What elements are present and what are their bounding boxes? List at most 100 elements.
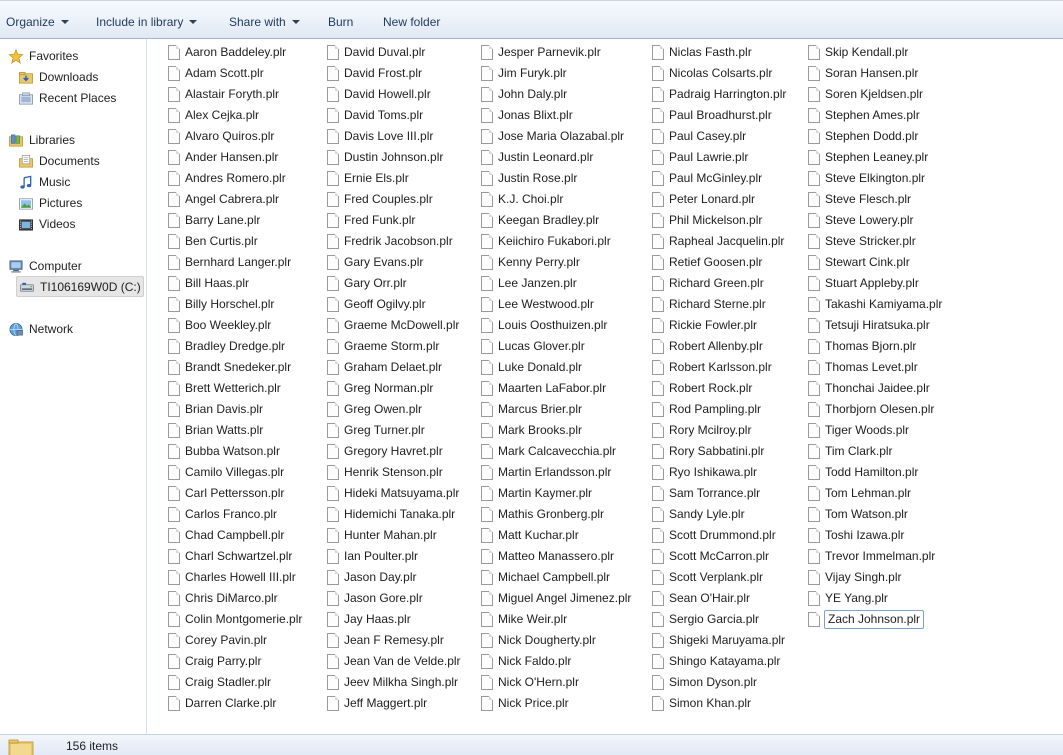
file-item[interactable]: Rickie Fowler.plr (652, 315, 802, 336)
file-item[interactable]: Nicolas Colsarts.plr (652, 63, 802, 84)
file-item[interactable]: Retief Goosen.plr (652, 252, 802, 273)
file-item[interactable]: David Duval.plr (327, 42, 477, 63)
file-item[interactable]: Padraig Harrington.plr (652, 84, 802, 105)
file-item[interactable]: Alastair Foryth.plr (168, 84, 318, 105)
file-item[interactable]: Bernhard Langer.plr (168, 252, 318, 273)
new-folder-button[interactable]: New folder (383, 14, 440, 30)
file-item[interactable]: Marcus Brier.plr (481, 399, 631, 420)
file-item[interactable]: Billy Horschel.plr (168, 294, 318, 315)
burn-button[interactable]: Burn (328, 14, 353, 30)
file-item[interactable]: Keegan Bradley.plr (481, 210, 631, 231)
file-item[interactable]: Simon Dyson.plr (652, 672, 802, 693)
file-item[interactable]: Mark Calcavecchia.plr (481, 441, 631, 462)
file-item[interactable]: Justin Rose.plr (481, 168, 631, 189)
file-item[interactable]: Lucas Glover.plr (481, 336, 631, 357)
file-item[interactable]: Tetsuji Hiratsuka.plr (808, 315, 958, 336)
file-item[interactable]: YE Yang.plr (808, 588, 958, 609)
file-item[interactable]: Mark Brooks.plr (481, 420, 631, 441)
file-item[interactable]: Chris DiMarco.plr (168, 588, 318, 609)
file-item[interactable]: Charles Howell III.plr (168, 567, 318, 588)
file-item[interactable]: Scott Drummond.plr (652, 525, 802, 546)
file-item[interactable]: Hunter Mahan.plr (327, 525, 477, 546)
file-item[interactable]: Jim Furyk.plr (481, 63, 631, 84)
file-item[interactable]: Scott Verplank.plr (652, 567, 802, 588)
file-item[interactable]: Charl Schwartzel.plr (168, 546, 318, 567)
file-item[interactable]: Shigeki Maruyama.plr (652, 630, 802, 651)
file-item[interactable]: Mike Weir.plr (481, 609, 631, 630)
nav-music[interactable]: Music (18, 172, 138, 193)
file-item[interactable]: Sean O'Hair.plr (652, 588, 802, 609)
file-item[interactable]: Paul Casey.plr (652, 126, 802, 147)
file-item[interactable]: Niclas Fasth.plr (652, 42, 802, 63)
file-item[interactable]: Brian Watts.plr (168, 420, 318, 441)
file-item[interactable]: Jean Van de Velde.plr (327, 651, 477, 672)
file-item[interactable]: Greg Norman.plr (327, 378, 477, 399)
file-item[interactable]: Kenny Perry.plr (481, 252, 631, 273)
file-item[interactable]: Brett Wetterich.plr (168, 378, 318, 399)
file-item[interactable]: Thomas Levet.plr (808, 357, 958, 378)
nav-videos[interactable]: Videos (18, 214, 138, 235)
file-item[interactable]: Geoff Ogilvy.plr (327, 294, 477, 315)
file-item[interactable]: Graeme McDowell.plr (327, 315, 477, 336)
file-item[interactable]: Nick Faldo.plr (481, 651, 631, 672)
navigation-pane[interactable]: Favorites Downloads Recent Places Librar… (0, 39, 147, 734)
file-item[interactable]: Scott McCarron.plr (652, 546, 802, 567)
file-item[interactable]: Jay Haas.plr (327, 609, 477, 630)
file-item[interactable]: Greg Owen.plr (327, 399, 477, 420)
share-with-menu-button[interactable]: Share with (229, 14, 300, 30)
file-item[interactable]: Craig Stadler.plr (168, 672, 318, 693)
file-item[interactable]: Fred Funk.plr (327, 210, 477, 231)
file-item[interactable]: Bradley Dredge.plr (168, 336, 318, 357)
file-item[interactable]: Martin Erlandsson.plr (481, 462, 631, 483)
file-item[interactable]: Rod Pampling.plr (652, 399, 802, 420)
file-item[interactable]: Phil Mickelson.plr (652, 210, 802, 231)
file-item[interactable]: Bubba Watson.plr (168, 441, 318, 462)
file-item[interactable]: Thorbjorn Olesen.plr (808, 399, 958, 420)
file-item[interactable]: Adam Scott.plr (168, 63, 318, 84)
file-item[interactable]: Colin Montgomerie.plr (168, 609, 318, 630)
file-item[interactable]: Tim Clark.plr (808, 441, 958, 462)
file-item[interactable]: Angel Cabrera.plr (168, 189, 318, 210)
file-item[interactable]: Steve Flesch.plr (808, 189, 958, 210)
file-item[interactable]: Justin Leonard.plr (481, 147, 631, 168)
nav-documents[interactable]: Documents (18, 151, 138, 172)
file-item[interactable]: Trevor Immelman.plr (808, 546, 958, 567)
file-item[interactable]: Dustin Johnson.plr (327, 147, 477, 168)
organize-menu-button[interactable]: Organize (6, 14, 69, 30)
file-item[interactable]: Paul Broadhurst.plr (652, 105, 802, 126)
file-item[interactable]: Sandy Lyle.plr (652, 504, 802, 525)
nav-drive-c[interactable]: TI106169W0D (C:) (16, 276, 144, 297)
include-in-library-menu-button[interactable]: Include in library (96, 14, 198, 30)
file-item[interactable]: Lee Westwood.plr (481, 294, 631, 315)
file-item[interactable]: Sergio Garcia.plr (652, 609, 802, 630)
file-item[interactable]: Matt Kuchar.plr (481, 525, 631, 546)
file-item[interactable]: Vijay Singh.plr (808, 567, 958, 588)
file-item[interactable]: Sam Torrance.plr (652, 483, 802, 504)
file-item[interactable]: Nick Price.plr (481, 693, 631, 714)
file-item[interactable]: Aaron Baddeley.plr (168, 42, 318, 63)
file-item[interactable]: Richard Green.plr (652, 273, 802, 294)
file-item[interactable]: Michael Campbell.plr (481, 567, 631, 588)
file-item[interactable]: Boo Weekley.plr (168, 315, 318, 336)
file-item[interactable]: Steve Elkington.plr (808, 168, 958, 189)
file-item[interactable]: Skip Kendall.plr (808, 42, 958, 63)
file-item[interactable]: Jason Gore.plr (327, 588, 477, 609)
file-item[interactable]: Hideki Matsuyama.plr (327, 483, 477, 504)
file-item[interactable]: Gary Evans.plr (327, 252, 477, 273)
file-item[interactable]: Ian Poulter.plr (327, 546, 477, 567)
nav-favorites[interactable]: Favorites (8, 46, 138, 67)
file-item[interactable]: Tiger Woods.plr (808, 420, 958, 441)
file-item[interactable]: Rory Sabbatini.plr (652, 441, 802, 462)
file-item[interactable]: Maarten LaFabor.plr (481, 378, 631, 399)
file-item[interactable]: Jose Maria Olazabal.plr (481, 126, 631, 147)
nav-network[interactable]: Network (8, 319, 138, 340)
file-item[interactable]: Carl Pettersson.plr (168, 483, 318, 504)
file-item[interactable]: Stephen Ames.plr (808, 105, 958, 126)
nav-pictures[interactable]: Pictures (18, 193, 138, 214)
file-item[interactable]: Martin Kaymer.plr (481, 483, 631, 504)
file-item[interactable]: Paul Lawrie.plr (652, 147, 802, 168)
file-item[interactable]: Bill Haas.plr (168, 273, 318, 294)
file-item[interactable]: Luke Donald.plr (481, 357, 631, 378)
file-item[interactable]: Barry Lane.plr (168, 210, 318, 231)
file-item[interactable]: Corey Pavin.plr (168, 630, 318, 651)
